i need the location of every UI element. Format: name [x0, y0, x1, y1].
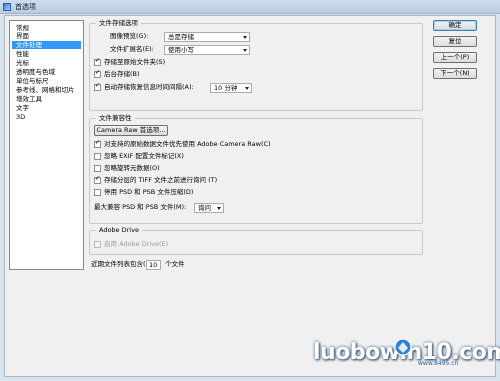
file-save-group-title: 文件存储选项	[96, 19, 141, 28]
disable-compression-checkbox[interactable]	[94, 189, 101, 196]
auto-save-checkbox[interactable]	[94, 82, 101, 91]
sidebar-item-cursors[interactable]: 光标	[12, 59, 81, 67]
auto-save-label: 自动存储恢复信息时间间隔(A):	[104, 83, 194, 91]
camera-raw-prefs-button[interactable]: Camera Raw 首选项...	[94, 125, 168, 136]
ask-tiff-checkbox[interactable]	[94, 175, 101, 184]
sidebar-item-general[interactable]: 常规	[12, 24, 81, 32]
enable-drive-checkbox[interactable]	[94, 241, 101, 248]
sidebar-item-file-handling[interactable]: 文件处理	[12, 41, 81, 49]
window-title: 首选项	[15, 3, 36, 11]
image-preview-value: 总是存储	[168, 33, 194, 41]
recent-files-input[interactable]: 10	[146, 260, 161, 270]
sidebar-item-guides[interactable]: 参考线、网格和切片	[12, 86, 81, 94]
disable-compression-label: 停用 PSD 和 PSB 文件压缩(D)	[104, 188, 194, 196]
file-save-group: 文件存储选项 图像预览(G): 总是存储 文件扩展名(E): 使用小写 存储至原…	[89, 19, 423, 111]
save-original-folder-checkbox[interactable]	[94, 57, 101, 66]
sidebar-item-plugins[interactable]: 增效工具	[12, 95, 81, 103]
sidebar-item-performance[interactable]: 性能	[12, 50, 81, 58]
sidebar-item-type[interactable]: 文字	[12, 104, 81, 112]
ignore-rotation-label: 忽略旋转元数据(O)	[104, 164, 160, 172]
adobe-drive-group-title: Adobe Drive	[96, 226, 142, 235]
dialog-client: 常规 界面 文件处理 性能 光标 透明度与色域 单位与标尺 参考线、网格和切片 …	[4, 15, 496, 377]
compat-group-title: 文件兼容性	[96, 114, 135, 123]
category-list[interactable]: 常规 界面 文件处理 性能 光标 透明度与色域 单位与标尺 参考线、网格和切片 …	[9, 20, 84, 270]
chevron-down-icon	[245, 87, 249, 90]
chevron-down-icon	[217, 207, 221, 210]
image-preview-select[interactable]: 总是存储	[164, 32, 250, 42]
ignore-exif-label: 忽略 EXIF 配置文件标记(X)	[104, 152, 184, 160]
auto-save-interval-select[interactable]: 10 分钟	[210, 83, 252, 93]
background-save-label: 后台存储(B)	[104, 70, 140, 78]
ok-button[interactable]: 确定	[433, 20, 477, 31]
enable-drive-label: 启用 Adobe Drive(E)	[104, 240, 169, 248]
image-preview-label: 图像预览(G):	[110, 32, 149, 40]
ignore-exif-checkbox[interactable]	[94, 153, 101, 160]
sidebar-item-interface[interactable]: 界面	[12, 32, 81, 40]
background-save-checkbox[interactable]	[94, 69, 101, 78]
sidebar-item-transparency[interactable]: 透明度与色域	[12, 68, 81, 76]
watermark-sub: www.8495.cn	[418, 360, 459, 367]
title-bar: 首选项	[0, 0, 500, 14]
max-compat-select[interactable]: 询问	[194, 203, 224, 213]
file-ext-label: 文件扩展名(E):	[110, 45, 154, 53]
recent-files-suffix: 个文件	[165, 260, 185, 268]
reset-button[interactable]: 复位	[433, 36, 477, 47]
adobe-drive-group: Adobe Drive 启用 Adobe Drive(E)	[89, 226, 423, 255]
max-compat-value: 询问	[198, 204, 211, 212]
sidebar-item-units[interactable]: 单位与标尺	[12, 77, 81, 85]
app-icon	[3, 3, 11, 11]
file-ext-value: 使用小写	[168, 46, 194, 54]
prefer-acr-checkbox[interactable]	[94, 139, 101, 148]
chevron-down-icon	[243, 36, 247, 39]
compat-group: 文件兼容性 Camera Raw 首选项... 对支持的原始数据文件优先使用 A…	[89, 114, 423, 224]
next-button[interactable]: 下一个(N)	[433, 68, 477, 79]
sidebar-item-3d[interactable]: 3D	[12, 113, 81, 121]
chevron-down-icon	[243, 49, 247, 52]
save-original-folder-label: 存储至原始文件夹(S)	[104, 58, 166, 66]
prev-button[interactable]: 上一个(P)	[433, 52, 477, 63]
watermark-logo-icon	[394, 338, 412, 356]
file-ext-select[interactable]: 使用小写	[164, 45, 250, 55]
prefer-acr-label: 对支持的原始数据文件优先使用 Adobe Camera Raw(C)	[104, 140, 271, 148]
ignore-rotation-checkbox[interactable]	[94, 165, 101, 172]
max-compat-label: 最大兼容 PSD 和 PSB 文件(M):	[94, 203, 187, 211]
auto-save-interval-value: 10 分钟	[214, 84, 238, 92]
ask-tiff-label: 存储分层的 TIFF 文件之前进行询问 (T)	[104, 176, 218, 184]
